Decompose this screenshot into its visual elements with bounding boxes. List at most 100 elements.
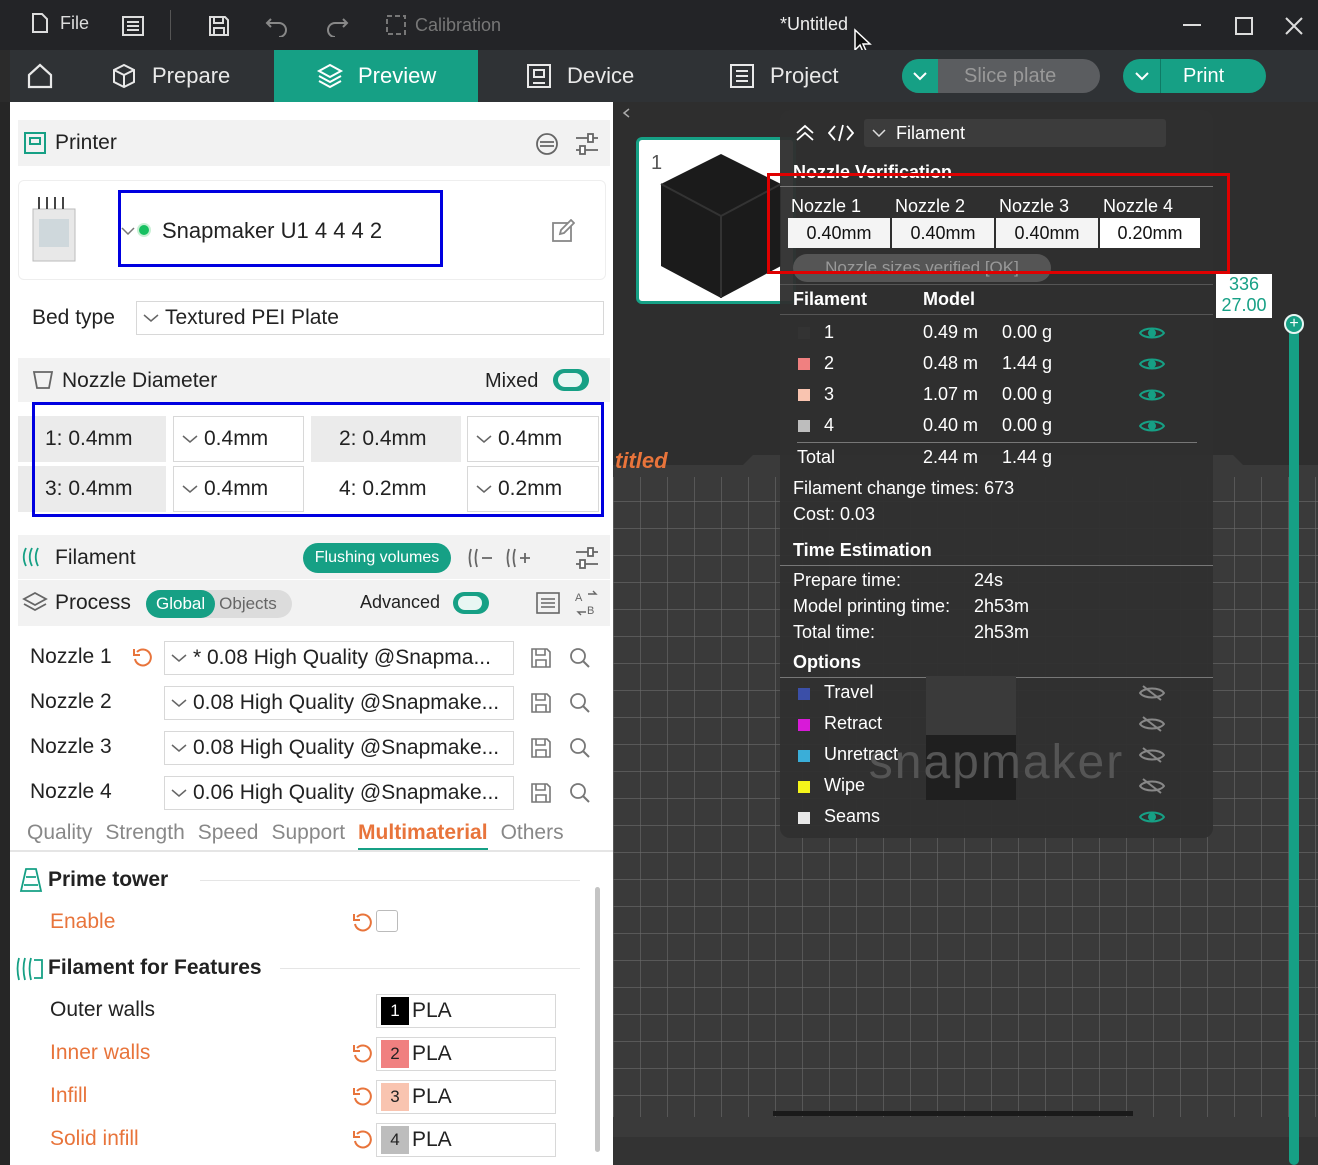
chevron-down-icon [171,699,187,707]
calibration-button[interactable]: Calibration [385,14,501,36]
infill-select[interactable]: 3 PLA [376,1080,556,1114]
edit-icon[interactable] [551,219,575,243]
slice-plate-button[interactable]: Slice plate [902,59,1100,93]
reset-icon[interactable] [352,912,374,934]
filament-icon [22,547,39,567]
filament-header-label: Filament [55,546,136,569]
option-unretract: Unretract [780,742,1213,772]
filament-length: 0.49 m [923,322,979,342]
printer-settings-icon[interactable] [574,132,600,156]
mixed-toggle[interactable] [553,369,589,391]
print-dropdown-toggle[interactable] [1123,59,1161,93]
search-icon[interactable] [569,692,591,714]
layer-slider-handle[interactable]: + [1284,314,1304,334]
add-filament-icon[interactable] [506,547,532,569]
solid-infill-select[interactable]: 4 PLA [376,1123,556,1157]
filament-settings-icon[interactable] [574,546,600,570]
enable-checkbox[interactable] [376,910,398,932]
eye-icon[interactable] [1139,387,1165,403]
eye-off-icon[interactable] [1139,747,1165,763]
option-color-swatch [798,781,810,793]
nozzle-4-preset-select[interactable]: 0.06 High Quality @Snapmake... [164,776,514,810]
cube-icon [113,63,135,89]
close-icon[interactable] [1285,17,1303,35]
flushing-volumes-button[interactable]: Flushing volumes [303,543,451,573]
file-menu[interactable]: File [30,12,89,34]
objects-tab[interactable]: Objects [215,594,277,614]
global-tab[interactable]: Global [146,590,216,618]
eye-icon[interactable] [1139,418,1165,434]
layer-slider-track[interactable] [1289,316,1299,1165]
reset-icon[interactable] [352,1129,374,1151]
collapse-sidebar-icon[interactable] [620,106,634,120]
left-frame [0,102,10,1165]
eye-off-icon[interactable] [1139,716,1165,732]
tab-preview[interactable]: Preview [274,50,478,102]
eye-icon[interactable] [1139,809,1165,825]
view-mode-select[interactable]: Filament [864,119,1166,147]
slice-plate-label: Slice plate [964,64,1057,87]
tab-device[interactable]: Device [525,50,634,102]
slice-dropdown-toggle[interactable] [902,59,938,93]
process-header-label: Process [55,591,131,614]
nozzle-2-preset-select[interactable]: 0.08 High Quality @Snapmake... [164,686,514,720]
prime-tower-title: Prime tower [48,868,169,891]
nozzle-1-preset-select[interactable]: * 0.08 High Quality @Snapma... [164,641,514,675]
reset-icon[interactable] [132,647,154,669]
filament-id: 3 [824,384,835,404]
search-icon[interactable] [569,782,591,804]
filament-features-title: Filament for Features [48,956,262,979]
maximize-icon[interactable] [1235,17,1253,35]
filament-swatch: 1 [381,997,409,1025]
compare-icon[interactable]: AB [574,590,600,616]
filament-header: Filament Flushing volumes [18,535,610,579]
global-objects-toggle[interactable]: Global Objects [146,590,292,618]
save-preset-icon[interactable] [530,692,552,714]
gcode-view-icon[interactable] [828,124,854,142]
tab-support[interactable]: Support [271,821,345,851]
option-color-swatch [798,750,810,762]
tab-speed[interactable]: Speed [198,821,259,851]
eye-icon[interactable] [1139,356,1165,372]
save-preset-icon[interactable] [530,782,552,804]
reset-icon[interactable] [352,1043,374,1065]
tab-multimaterial[interactable]: Multimaterial [358,821,488,851]
total-label: Total [797,447,836,467]
reset-icon[interactable] [352,1086,374,1108]
tab-strength[interactable]: Strength [105,821,184,851]
tab-others[interactable]: Others [501,821,564,851]
nozzle-3-preset-select[interactable]: 0.08 High Quality @Snapmake... [164,731,514,765]
svg-text:A: A [575,592,583,604]
menu-list-icon[interactable] [122,16,144,36]
print-button[interactable]: Print [1123,59,1266,93]
eye-off-icon[interactable] [1139,685,1165,701]
tab-project[interactable]: Project [728,50,838,102]
remove-filament-icon[interactable] [468,547,494,569]
model-time-label: Model printing time: [793,596,951,616]
undo-icon[interactable] [265,15,289,37]
save-preset-icon[interactable] [530,647,552,669]
inner-walls-select[interactable]: 2 PLA [376,1037,556,1071]
search-icon[interactable] [569,737,591,759]
outer-walls-select[interactable]: 1 PLA [376,994,556,1028]
tab-quality[interactable]: Quality [27,821,92,851]
home-icon[interactable] [26,62,54,90]
search-icon[interactable] [569,647,591,669]
bed-type-select[interactable]: Textured PEI Plate [136,301,604,335]
connection-icon[interactable] [534,132,560,156]
collapse-panel-icon[interactable] [794,124,816,142]
save-preset-icon[interactable] [530,737,552,759]
advanced-toggle[interactable] [453,592,489,614]
tab-prepare[interactable]: Prepare [110,50,230,102]
eye-off-icon[interactable] [1139,778,1165,794]
minimize-icon[interactable] [1183,24,1201,28]
list-icon[interactable] [536,592,560,614]
scrollbar[interactable] [595,887,600,1152]
save-icon[interactable] [208,15,230,37]
printer-selector[interactable]: Snapmaker U1 4 4 4 2 [118,190,443,267]
redo-icon[interactable] [325,15,349,37]
option-seams: Seams [780,804,1213,834]
enable-label: Enable [50,910,116,933]
total-weight: 1.44 g [1002,447,1053,467]
eye-icon[interactable] [1139,325,1165,341]
